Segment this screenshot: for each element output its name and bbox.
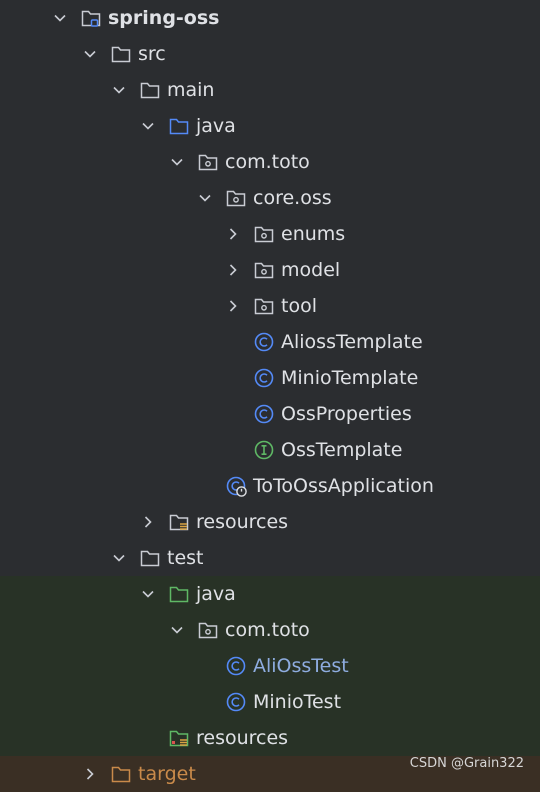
tree-item-tool[interactable]: tool (0, 288, 540, 324)
tree-item-label: tool (281, 295, 317, 317)
tree-item-model[interactable]: model (0, 252, 540, 288)
tree-item-com-toto-test[interactable]: com.toto (0, 612, 540, 648)
folder-icon (139, 79, 161, 101)
chevron-right-icon[interactable] (225, 226, 241, 242)
chevron-down-icon[interactable] (52, 10, 68, 26)
tree-item-java-main[interactable]: java (0, 108, 540, 144)
tree-item-label: resources (196, 511, 289, 533)
tree-item-oss-properties[interactable]: OssProperties (0, 396, 540, 432)
tree-item-oss-template[interactable]: OssTemplate (0, 432, 540, 468)
class-icon (225, 655, 247, 677)
test-resources-folder-icon (168, 727, 190, 749)
package-icon (225, 187, 247, 209)
spring-boot-class-icon (225, 475, 247, 497)
tree-item-java-test[interactable]: java (0, 576, 540, 612)
tree-item-label: src (138, 43, 166, 65)
tree-item-label: core.oss (253, 187, 332, 209)
class-icon (253, 403, 275, 425)
tree-item-label: resources (196, 727, 289, 749)
tree-item-main[interactable]: main (0, 72, 540, 108)
tree-item-label: target (138, 763, 196, 785)
tree-item-label: ToToOssApplication (253, 475, 434, 497)
tree-item-com-toto[interactable]: com.toto (0, 144, 540, 180)
tree-item-label: OssTemplate (281, 439, 403, 461)
tree-item-label: java (196, 115, 236, 137)
module-folder-icon (80, 7, 102, 29)
folder-icon (110, 43, 132, 65)
package-icon (197, 619, 219, 641)
source-folder-icon (168, 115, 190, 137)
chevron-down-icon[interactable] (111, 550, 127, 566)
tree-item-label: spring-oss (108, 7, 220, 29)
chevron-down-icon[interactable] (82, 46, 98, 62)
tree-item-label: AliOssTest (253, 655, 349, 677)
tree-item-label: com.toto (225, 151, 310, 173)
tree-item-label: main (167, 79, 215, 101)
tree-item-src[interactable]: src (0, 36, 540, 72)
tree-item-label: java (196, 583, 236, 605)
chevron-down-icon[interactable] (140, 118, 156, 134)
tree-item-minio-template[interactable]: MinioTemplate (0, 360, 540, 396)
excluded-folder-icon (110, 763, 132, 785)
test-source-folder-icon (168, 583, 190, 605)
tree-item-toto-oss-application[interactable]: ToToOssApplication (0, 468, 540, 504)
package-icon (253, 295, 275, 317)
interface-icon (253, 439, 275, 461)
class-icon (253, 331, 275, 353)
folder-icon (139, 547, 161, 569)
watermark: CSDN @Grain322 (409, 756, 524, 771)
chevron-down-icon[interactable] (140, 586, 156, 602)
package-icon (253, 223, 275, 245)
class-icon (225, 691, 247, 713)
tree-item-label: test (167, 547, 204, 569)
tree-item-label: MinioTemplate (281, 367, 419, 389)
tree-item-ali-oss-test[interactable]: AliOssTest (0, 648, 540, 684)
tree-item-spring-oss[interactable]: spring-oss (0, 0, 540, 36)
tree-item-test[interactable]: test (0, 540, 540, 576)
tree-item-label: AliossTemplate (281, 331, 423, 353)
chevron-down-icon[interactable] (169, 154, 185, 170)
class-icon (253, 367, 275, 389)
chevron-right-icon[interactable] (225, 298, 241, 314)
chevron-down-icon[interactable] (169, 622, 185, 638)
chevron-right-icon[interactable] (140, 514, 156, 530)
tree-item-label: enums (281, 223, 346, 245)
package-icon (197, 151, 219, 173)
chevron-right-icon[interactable] (82, 766, 98, 782)
resources-folder-icon (168, 511, 190, 533)
package-icon (253, 259, 275, 281)
tree-item-label: model (281, 259, 341, 281)
tree-item-label: MinioTest (253, 691, 342, 713)
tree-item-core-oss[interactable]: core.oss (0, 180, 540, 216)
chevron-right-icon[interactable] (225, 262, 241, 278)
tree-item-resources-main[interactable]: resources (0, 504, 540, 540)
tree-item-label: com.toto (225, 619, 310, 641)
tree-item-enums[interactable]: enums (0, 216, 540, 252)
tree-item-label: OssProperties (281, 403, 412, 425)
tree-item-resources-test[interactable]: resources (0, 720, 540, 756)
chevron-down-icon[interactable] (111, 82, 127, 98)
project-tree: spring-oss src main java com.toto core.o… (0, 0, 540, 792)
chevron-down-icon[interactable] (197, 190, 213, 206)
tree-item-minio-test[interactable]: MinioTest (0, 684, 540, 720)
tree-item-alioss-template[interactable]: AliossTemplate (0, 324, 540, 360)
